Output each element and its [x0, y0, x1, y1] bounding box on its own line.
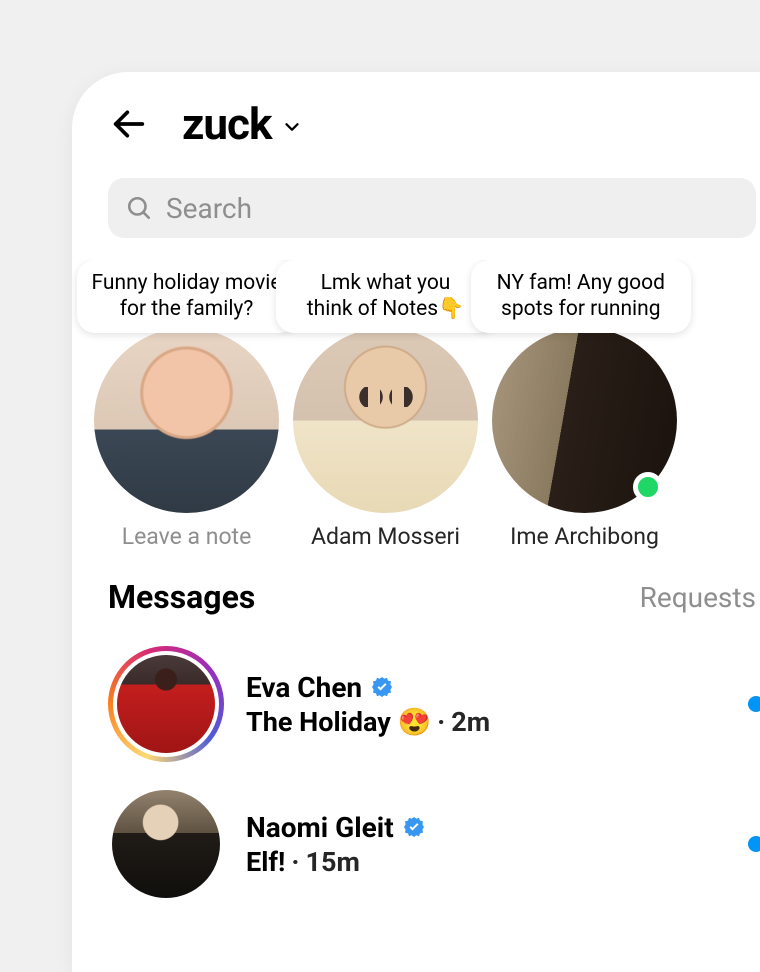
- chevron-down-icon: [281, 116, 303, 138]
- avatar: [94, 328, 279, 513]
- search-input[interactable]: Search: [108, 178, 756, 238]
- avatar-wrap: [108, 786, 224, 902]
- note-item[interactable]: Lmk what you think of Notes👇 Adam Mosser…: [293, 260, 478, 550]
- sender-name: Eva Chen: [246, 671, 362, 704]
- header: zuck: [72, 72, 760, 168]
- note-bubble: NY fam! Any good spots for running: [471, 260, 691, 333]
- note-label: Leave a note: [122, 523, 252, 550]
- verified-badge-icon: [370, 675, 394, 699]
- search-icon: [126, 195, 152, 221]
- back-button[interactable]: [108, 103, 150, 145]
- note-item[interactable]: NY fam! Any good spots for running Ime A…: [492, 260, 677, 550]
- message-time: 2m: [451, 706, 490, 738]
- note-bubble: Funny holiday movie for the family?: [77, 260, 297, 333]
- avatar-wrap: [108, 646, 224, 762]
- message-sep: ·: [437, 706, 445, 738]
- message-preview: Elf!: [246, 846, 285, 878]
- note-item-self[interactable]: Funny holiday movie for the family? Leav…: [94, 260, 279, 550]
- avatar: [293, 328, 478, 513]
- message-content: Naomi Gleit Elf! · 15m: [246, 811, 726, 878]
- dm-inbox-screen: zuck Search Funny holiday movie for the …: [72, 72, 760, 972]
- account-switcher[interactable]: zuck: [182, 98, 303, 150]
- sender-name: Naomi Gleit: [246, 811, 394, 844]
- message-row[interactable]: Eva Chen The Holiday 😍 · 2m: [100, 634, 760, 774]
- message-sep: ·: [291, 846, 299, 878]
- avatar: [112, 790, 220, 898]
- avatar: [117, 655, 215, 753]
- username-title: zuck: [182, 98, 271, 150]
- requests-link[interactable]: Requests: [640, 581, 756, 614]
- section-header: Messages Requests: [72, 550, 760, 634]
- unread-indicator: [748, 836, 760, 852]
- message-list: Eva Chen The Holiday 😍 · 2m: [72, 634, 760, 914]
- note-label: Adam Mosseri: [311, 523, 460, 550]
- messages-heading: Messages: [108, 578, 255, 616]
- notes-tray: Funny holiday movie for the family? Leav…: [72, 260, 760, 550]
- story-ring: [108, 646, 224, 762]
- message-content: Eva Chen The Holiday 😍 · 2m: [246, 671, 726, 738]
- online-indicator: [633, 472, 663, 502]
- note-bubble: Lmk what you think of Notes👇: [276, 260, 496, 333]
- verified-badge-icon: [402, 815, 426, 839]
- message-time: 15m: [305, 846, 359, 878]
- message-row[interactable]: Naomi Gleit Elf! · 15m: [100, 774, 760, 914]
- arrow-left-icon: [109, 104, 149, 144]
- note-label: Ime Archibong: [510, 523, 659, 550]
- unread-indicator: [748, 696, 760, 712]
- message-preview: The Holiday 😍: [246, 706, 431, 738]
- search-placeholder: Search: [166, 192, 252, 225]
